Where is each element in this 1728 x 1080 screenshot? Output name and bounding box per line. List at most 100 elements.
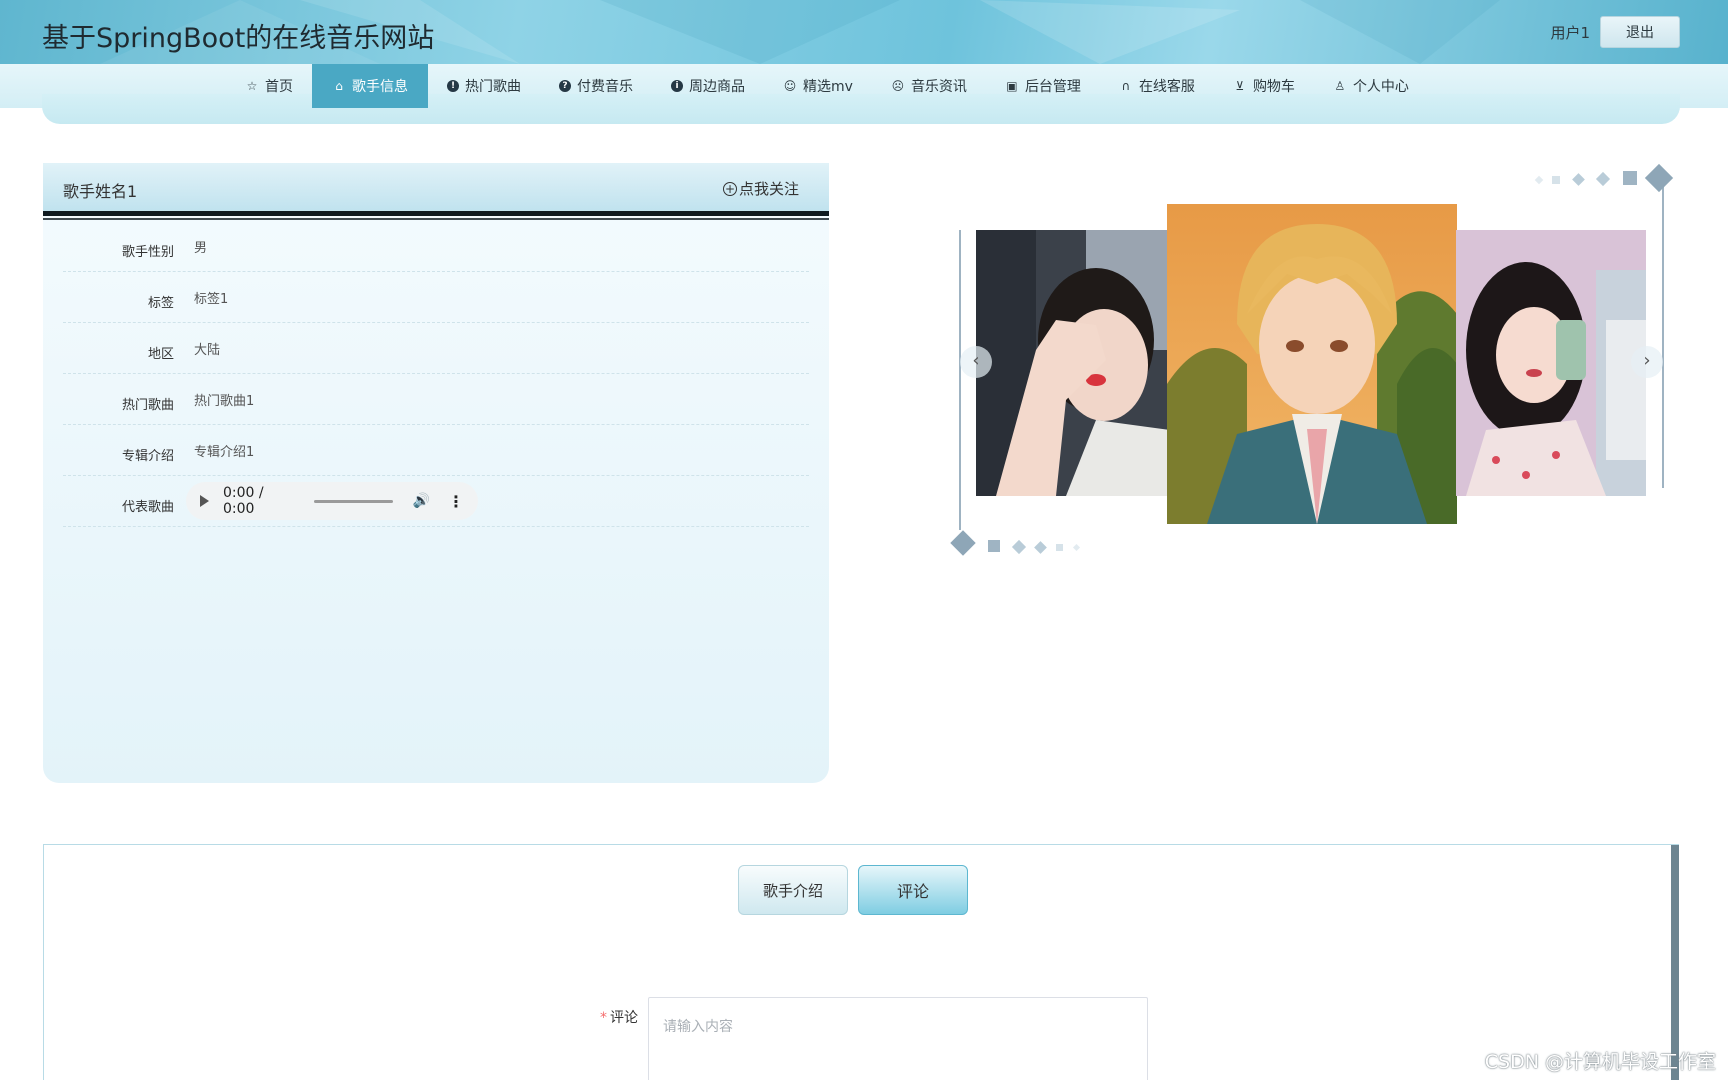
- decor-diamond: [1056, 544, 1063, 551]
- decor-diamond: [1595, 171, 1611, 187]
- decor-diamond: [1011, 539, 1027, 555]
- field-label: 标签: [147, 295, 174, 311]
- comment-label-text: 评论: [610, 1010, 638, 1026]
- singer-info-panel: 歌手姓名1 + 点我关注 歌手性别 男 标签 标签1 地区 大陆 热门歌曲 热门…: [43, 163, 829, 783]
- nav-item-merch[interactable]: i 周边商品: [652, 64, 764, 108]
- field-value: 男: [194, 240, 208, 256]
- field-value: 专辑介绍1: [194, 444, 255, 460]
- comment-input[interactable]: [648, 997, 1148, 1080]
- smile-icon: ☺: [783, 79, 797, 93]
- volume-icon[interactable]: 🔊: [413, 493, 430, 509]
- nav-items: ☆ 首页 ⌂ 歌手信息 ! 热门歌曲 ? 付费音乐 i 周边商品 ☺ 精选mv ☹ 音乐资讯 …: [226, 64, 1428, 108]
- frame-line-right: [1662, 178, 1664, 488]
- user-icon: ♙: [1334, 79, 1346, 93]
- follow-button[interactable]: + 点我关注: [722, 178, 799, 199]
- follow-label: 点我关注: [738, 180, 799, 198]
- nav-item-hot-songs[interactable]: ! 热门歌曲: [428, 64, 540, 108]
- field-label: 代表歌曲: [121, 499, 174, 515]
- carousel-slide-center[interactable]: [1167, 204, 1457, 524]
- field-row-tag: 标签 标签1: [63, 272, 809, 323]
- decor-diamond: [1034, 541, 1047, 554]
- nav-item-support[interactable]: ∩ 在线客服: [1100, 64, 1214, 108]
- nav-item-admin[interactable]: ▣ 后台管理: [986, 64, 1100, 108]
- decor-diamond: [1534, 175, 1544, 185]
- carousel-prev-button[interactable]: ‹: [960, 346, 992, 378]
- nav-item-user-center[interactable]: ♙ 个人中心: [1314, 64, 1428, 108]
- nav-label: 热门歌曲: [465, 79, 521, 95]
- nav-item-cart[interactable]: ⊻ 购物车: [1214, 64, 1314, 108]
- info-icon: i: [671, 80, 683, 92]
- user-name[interactable]: 用户1: [1550, 22, 1590, 43]
- slide-image: [1456, 230, 1646, 496]
- singer-fields: 歌手性别 男 标签 标签1 地区 大陆 热门歌曲 热门歌曲1 专辑介绍 专辑介绍…: [63, 221, 809, 527]
- nav-label: 在线客服: [1138, 79, 1195, 95]
- field-value: 标签1: [194, 291, 229, 307]
- decor-diamond: [988, 540, 1000, 552]
- nav-item-singer-info[interactable]: ⌂ 歌手信息: [312, 64, 428, 108]
- bag-icon: ⌂: [335, 79, 343, 93]
- decor-diamond: [950, 530, 976, 556]
- field-row-region: 地区 大陆: [63, 323, 809, 374]
- carousel-next-button[interactable]: ›: [1631, 346, 1663, 378]
- decor-diamond: [1552, 176, 1560, 184]
- field-value: 热门歌曲1: [194, 393, 255, 409]
- field-row-gender: 歌手性别 男: [63, 221, 809, 272]
- singer-info-header: 歌手姓名1 + 点我关注: [43, 163, 829, 213]
- nav-item-paid-music[interactable]: ? 付费音乐: [540, 64, 652, 108]
- nav-label: 后台管理: [1024, 79, 1081, 95]
- face-icon: ☹: [891, 79, 905, 93]
- audio-player[interactable]: 0:00 / 0:00 🔊 ⋮: [186, 482, 478, 520]
- field-label: 地区: [147, 346, 174, 362]
- nav-item-news[interactable]: ☹ 音乐资讯: [872, 64, 986, 108]
- tab-comments[interactable]: 评论: [858, 865, 968, 915]
- watermark: CSDN @计算机毕设工作室: [1484, 1051, 1716, 1073]
- star-icon: ☆: [246, 79, 258, 93]
- logout-button[interactable]: 退出: [1600, 16, 1680, 48]
- page: 基于SpringBoot的在线音乐网站 用户1 退出 ☆ 首页 ⌂ 歌手信息 ! 热门…: [0, 0, 1728, 1080]
- plus-circle-icon: +: [722, 181, 737, 196]
- audio-time: 0:00 / 0:00: [223, 485, 264, 517]
- question-icon: ?: [559, 80, 571, 92]
- nav-label: 付费音乐: [577, 79, 633, 95]
- cart-icon: ⊻: [1235, 79, 1245, 93]
- comment-label: * 评论: [600, 1007, 638, 1027]
- field-label: 歌手性别: [121, 244, 174, 260]
- header: 基于SpringBoot的在线音乐网站 用户1 退出: [0, 0, 1728, 64]
- field-value: 大陆: [194, 342, 221, 358]
- field-row-album-intro: 专辑介绍 专辑介绍1: [63, 425, 809, 476]
- nav-label: 歌手信息: [352, 79, 408, 95]
- nav-item-home[interactable]: ☆ 首页: [226, 64, 312, 108]
- scrollbar[interactable]: [1671, 845, 1679, 1080]
- decor-diamond: [1644, 163, 1674, 193]
- required-mark: *: [600, 1010, 607, 1026]
- nav-label: 精选mv: [803, 79, 853, 95]
- tab-singer-intro[interactable]: 歌手介绍: [738, 865, 848, 915]
- nav-label: 周边商品: [689, 79, 745, 95]
- slide-image: [976, 230, 1170, 496]
- nav-label: 音乐资讯: [910, 79, 967, 95]
- field-label: 热门歌曲: [121, 397, 174, 413]
- singer-name: 歌手姓名1: [63, 182, 138, 201]
- play-icon[interactable]: [200, 495, 209, 507]
- image-carousel: ‹ ›: [944, 163, 1684, 564]
- audio-progress[interactable]: [314, 499, 393, 503]
- carousel-slide-right[interactable]: [1456, 230, 1646, 496]
- nav-label: 首页: [265, 79, 293, 95]
- carousel-slide-left[interactable]: [976, 230, 1170, 496]
- detail-tabs-box: 歌手介绍 评论 * 评论: [43, 844, 1679, 1080]
- exclamation-icon: !: [447, 80, 459, 92]
- header-divider-thin: [43, 218, 829, 220]
- more-options-icon[interactable]: ⋮: [448, 492, 464, 511]
- nav-item-mv[interactable]: ☺ 精选mv: [764, 64, 872, 108]
- frame-line-left: [959, 230, 961, 530]
- decor-diamond: [1072, 543, 1081, 552]
- header-divider: [43, 211, 829, 216]
- headset-icon: ∩: [1121, 79, 1131, 93]
- box-icon: ▣: [1006, 79, 1018, 93]
- decor-diamond: [1572, 173, 1585, 186]
- decor-diamond: [1623, 171, 1637, 185]
- slide-image: [1167, 204, 1457, 524]
- nav-label: 个人中心: [1352, 79, 1409, 95]
- field-row-hot-songs: 热门歌曲 热门歌曲1: [63, 374, 809, 425]
- nav-label: 购物车: [1252, 79, 1295, 95]
